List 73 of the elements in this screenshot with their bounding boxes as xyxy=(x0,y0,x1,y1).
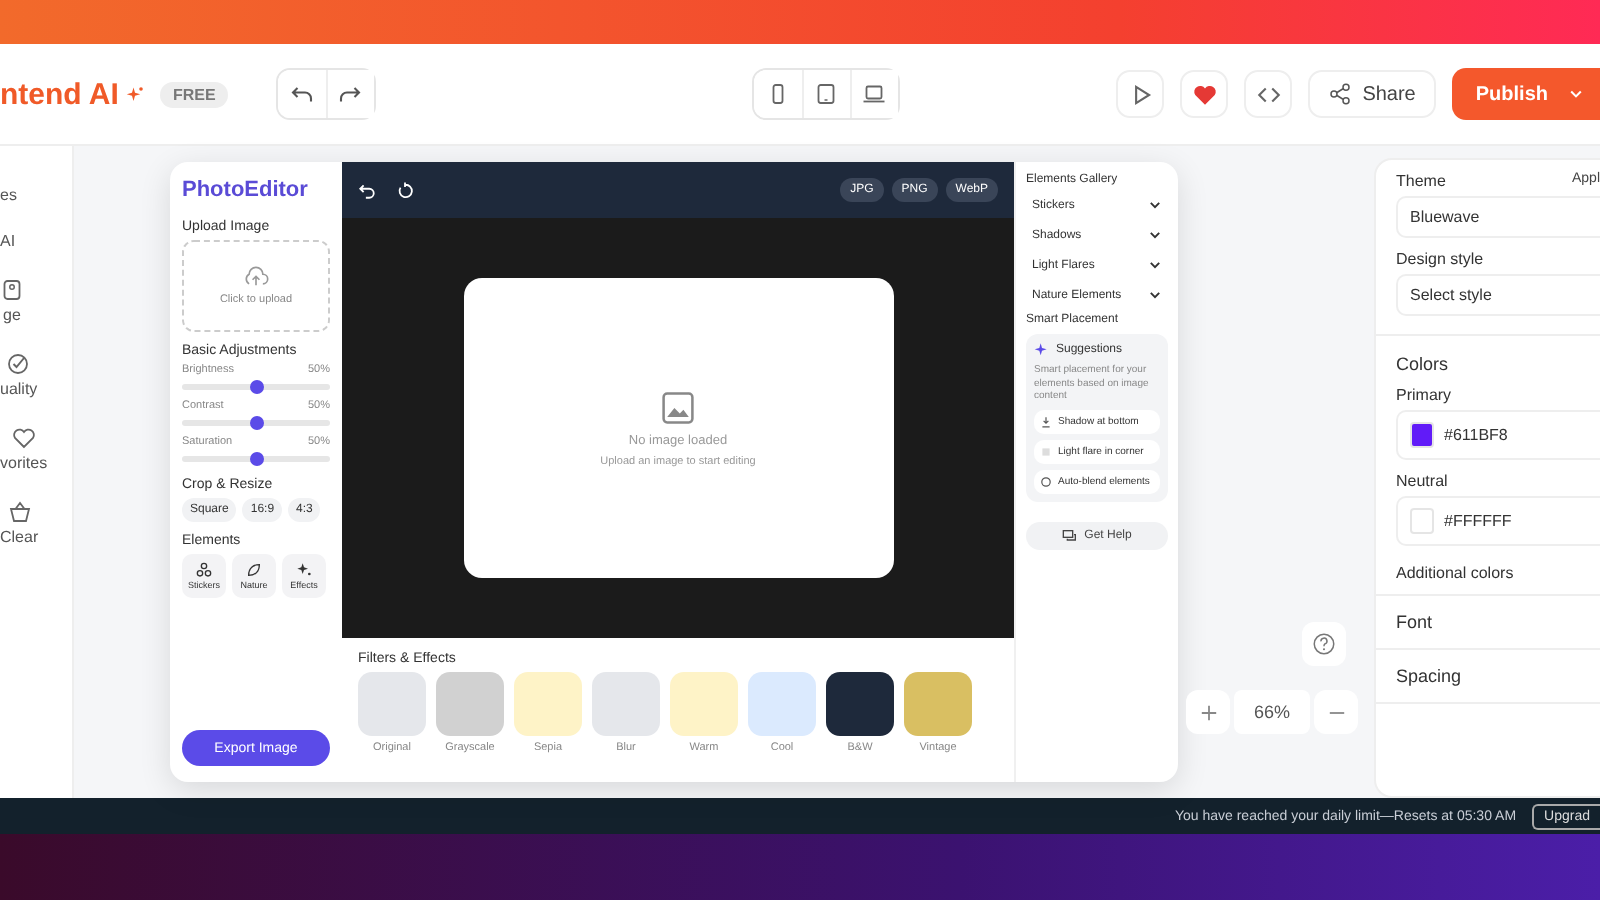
color-swatch[interactable] xyxy=(1410,422,1434,448)
circles-icon xyxy=(196,562,212,578)
help-button[interactable] xyxy=(1302,622,1346,666)
tablet-icon xyxy=(814,82,839,106)
settings-section[interactable]: Spacing xyxy=(1376,650,1600,704)
filter-swatch[interactable] xyxy=(436,672,504,736)
image-icon xyxy=(660,389,696,425)
color-value: #FFFFFF xyxy=(1444,512,1512,530)
sidebar-item[interactable]: uality xyxy=(0,380,38,398)
sidebar-item[interactable]: ge xyxy=(3,306,21,324)
colors-heading: Colors xyxy=(1396,354,1451,374)
editor-title: PhotoEditor xyxy=(182,178,310,202)
color-value: #611BF8 xyxy=(1444,426,1508,444)
filter-swatch[interactable] xyxy=(748,672,816,736)
brand-name: ntend AI xyxy=(0,77,119,111)
redo-button[interactable] xyxy=(325,70,374,118)
design-style-field[interactable]: Select style xyxy=(1396,274,1600,316)
filter-swatch[interactable] xyxy=(826,672,894,736)
sidebar-item[interactable]: AI xyxy=(0,232,16,250)
slider-thumb[interactable] xyxy=(249,380,263,394)
zoom-level: 66% xyxy=(1234,690,1310,734)
plus-icon xyxy=(1199,703,1217,721)
color-label: Primary xyxy=(1396,386,1454,404)
chevron-down-icon xyxy=(1148,198,1162,212)
reset-icon[interactable] xyxy=(396,181,414,199)
sparkle-icon xyxy=(1034,342,1050,358)
heart-icon xyxy=(1191,81,1218,107)
plan-badge: FREE xyxy=(160,81,228,107)
sidebar-item[interactable]: es xyxy=(0,186,17,204)
basket-icon xyxy=(7,500,32,524)
theme-field[interactable]: Bluewave xyxy=(1396,196,1600,238)
filter-swatch[interactable] xyxy=(592,672,660,736)
download-icon xyxy=(1040,415,1052,427)
laptop-view-button[interactable] xyxy=(849,70,898,118)
chevron-down-icon xyxy=(1148,228,1162,242)
filter-swatch[interactable] xyxy=(514,672,582,736)
additional-colors-label: Additional colors xyxy=(1396,564,1516,582)
heart-icon xyxy=(11,426,36,450)
undo-icon xyxy=(289,82,314,106)
question-icon xyxy=(1312,632,1336,656)
color-label: Neutral xyxy=(1396,472,1450,490)
chevron-down-icon xyxy=(1148,258,1162,272)
field-label: Design style xyxy=(1396,250,1486,268)
check-icon xyxy=(6,352,31,376)
filter-swatch[interactable] xyxy=(358,672,426,736)
zoom-in-button[interactable] xyxy=(1186,690,1230,734)
image-icon xyxy=(0,278,24,302)
undo-icon[interactable] xyxy=(358,181,376,199)
settings-section[interactable]: Font xyxy=(1376,596,1600,650)
favorite-button[interactable] xyxy=(1180,70,1229,118)
color-swatch[interactable] xyxy=(1410,508,1434,534)
field-label: Theme xyxy=(1396,172,1446,190)
slider-thumb[interactable] xyxy=(249,452,263,466)
leaf-icon xyxy=(246,562,262,578)
laptop-icon xyxy=(862,82,887,106)
sparkle-icon xyxy=(126,85,145,103)
redo-icon xyxy=(338,82,363,106)
share-button[interactable]: Share xyxy=(1308,70,1436,118)
code-button[interactable] xyxy=(1244,70,1293,118)
sparkle-icon xyxy=(296,562,312,578)
cloud-upload-icon xyxy=(242,266,270,288)
chevron-down-icon xyxy=(1148,288,1162,302)
caret-icon xyxy=(1568,86,1584,102)
sidebar-item[interactable]: Clear xyxy=(0,528,39,546)
slider-thumb[interactable] xyxy=(249,416,263,430)
play-button[interactable] xyxy=(1116,70,1165,118)
filter-swatch[interactable] xyxy=(904,672,972,736)
filter-swatch[interactable] xyxy=(670,672,738,736)
share-icon xyxy=(1328,82,1353,106)
chat-icon xyxy=(1062,527,1079,543)
sidebar-item[interactable]: vorites xyxy=(0,454,48,472)
circle-icon xyxy=(1040,475,1052,487)
square-icon xyxy=(1040,445,1052,457)
